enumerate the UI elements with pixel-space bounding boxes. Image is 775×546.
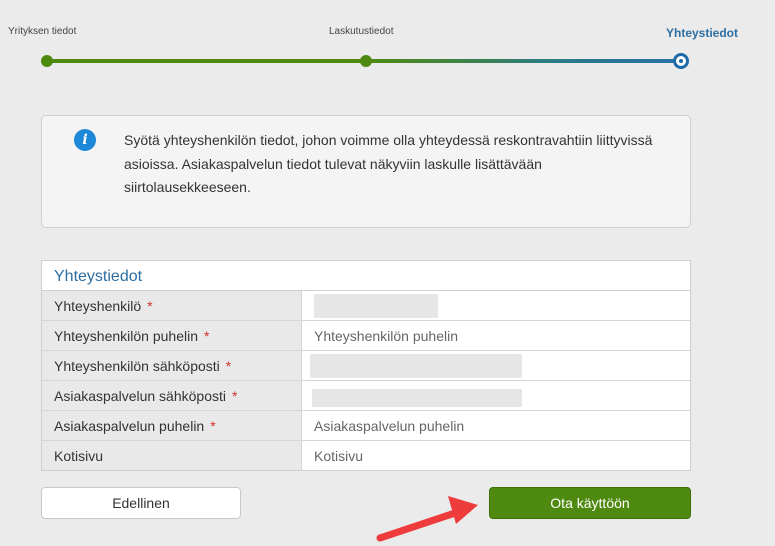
- required-mark: *: [147, 298, 153, 314]
- step-label-company: Yrityksen tiedot: [8, 26, 77, 37]
- website-cell: [302, 441, 690, 470]
- progress-track-completed: [47, 59, 366, 63]
- contact-section-title: Yhteystiedot: [42, 261, 690, 291]
- previous-button[interactable]: Edellinen: [41, 487, 241, 519]
- website-input[interactable]: [314, 446, 614, 466]
- contact-person-input[interactable]: [314, 296, 614, 316]
- website-row: Kotisivu: [42, 441, 690, 470]
- field-label: Kotisivu: [42, 441, 302, 470]
- service-email-cell: [302, 381, 690, 410]
- required-mark: *: [232, 388, 238, 404]
- field-label: Yhteyshenkilön puhelin *: [42, 321, 302, 350]
- progress-stepper: Yrityksen tiedot Laskutustiedot Yhteysti…: [0, 0, 775, 80]
- required-mark: *: [225, 358, 232, 374]
- contact-phone-cell: [302, 321, 690, 350]
- contact-phone-row: Yhteyshenkilön puhelin *: [42, 321, 690, 351]
- step-dot-company: [41, 55, 53, 67]
- contact-form-table: Yhteystiedot Yhteyshenkilö * Yhteyshenkil…: [41, 260, 691, 471]
- service-phone-cell: [302, 411, 690, 440]
- contact-email-input[interactable]: [314, 356, 614, 376]
- step-label-billing: Laskutustiedot: [329, 26, 394, 37]
- service-phone-input[interactable]: [314, 416, 614, 436]
- step-dot-billing: [360, 55, 372, 67]
- field-label: Yhteyshenkilö *: [42, 291, 302, 320]
- annotation-arrow-icon: [376, 496, 478, 542]
- contact-phone-input[interactable]: [314, 326, 614, 346]
- contact-person-row: Yhteyshenkilö *: [42, 291, 690, 321]
- service-email-row: Asiakaspalvelun sähköposti *: [42, 381, 690, 411]
- service-email-input[interactable]: [314, 386, 614, 406]
- required-mark: *: [204, 328, 210, 344]
- contact-person-cell: [302, 291, 690, 320]
- field-label: Yhteyshenkilön sähköposti *: [42, 351, 302, 380]
- required-mark: *: [210, 418, 216, 434]
- service-phone-row: Asiakaspalvelun puhelin *: [42, 411, 690, 441]
- field-label: Asiakaspalvelun puhelin *: [42, 411, 302, 440]
- activate-button[interactable]: Ota käyttöön: [489, 487, 691, 519]
- info-text: Syötä yhteyshenkilön tiedot, johon voimm…: [124, 132, 653, 195]
- info-box: i Syötä yhteyshenkilön tiedot, johon voi…: [41, 115, 691, 228]
- info-icon: i: [74, 129, 96, 151]
- step-label-contact: Yhteystiedot: [666, 26, 739, 40]
- contact-email-cell: [302, 351, 690, 380]
- step-dot-contact: [673, 53, 689, 69]
- progress-track-current: [366, 59, 681, 63]
- field-label: Asiakaspalvelun sähköposti *: [42, 381, 302, 410]
- contact-email-row: Yhteyshenkilön sähköposti *: [42, 351, 690, 381]
